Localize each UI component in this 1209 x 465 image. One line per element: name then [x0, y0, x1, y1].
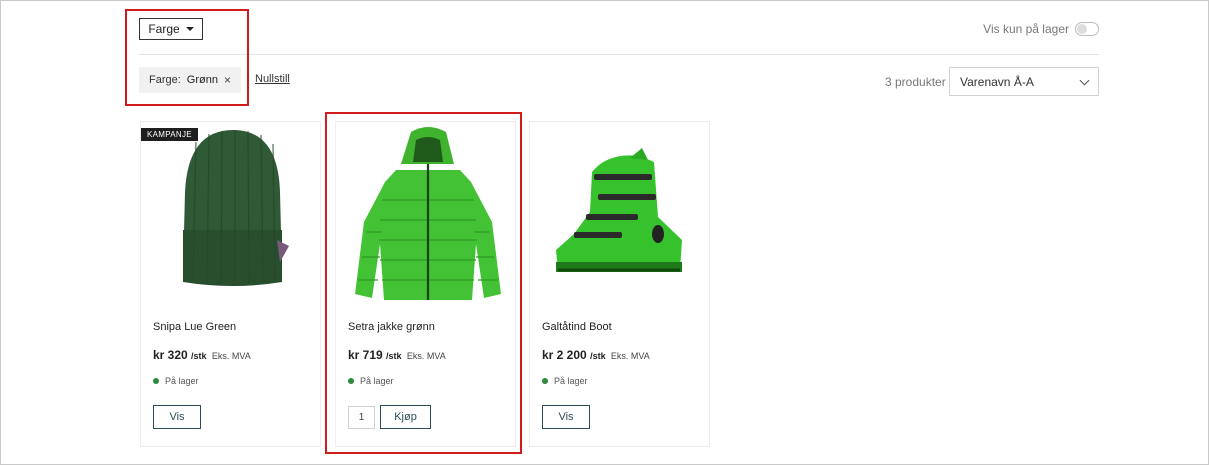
- campaign-badge: KAMPANJE: [141, 128, 198, 141]
- in-stock-dot-icon: [153, 378, 159, 384]
- stock-toggle-label: Vis kun på lager: [983, 22, 1069, 36]
- sort-select[interactable]: Varenavn Å-A: [949, 67, 1099, 96]
- sort-selected-value: Varenavn Å-A: [960, 74, 1034, 89]
- product-price: kr 320 /stk Eks. MVA: [153, 348, 251, 362]
- chevron-down-icon: [1079, 75, 1090, 85]
- buy-button[interactable]: Kjøp: [380, 405, 431, 429]
- caret-down-icon: [185, 27, 194, 31]
- product-card: Galtåtind Boot kr 2 200 /stk Eks. MVA På…: [529, 121, 710, 447]
- stock-label: På lager: [165, 376, 199, 386]
- quantity-input[interactable]: 1: [348, 406, 375, 429]
- reset-filters-link[interactable]: Nullstill: [255, 73, 290, 85]
- in-stock-dot-icon: [348, 378, 354, 384]
- product-price: kr 719 /stk Eks. MVA: [348, 348, 446, 362]
- active-filter-chip: Farge: Grønn ×: [139, 67, 241, 93]
- green-beanie-image[interactable]: [141, 122, 322, 302]
- view-button[interactable]: Vis: [153, 405, 201, 429]
- chip-value: Grønn: [186, 74, 218, 86]
- stock-label: På lager: [360, 376, 394, 386]
- stock-only-toggle-group: Vis kun på lager: [983, 22, 1099, 36]
- vat-note: Eks. MVA: [211, 351, 251, 361]
- stock-status: På lager: [542, 376, 588, 386]
- price-unit: /stk: [386, 351, 402, 361]
- stock-status: På lager: [153, 376, 199, 386]
- stock-status: På lager: [348, 376, 394, 386]
- price-amount: kr 320: [153, 348, 188, 362]
- green-puffer-jacket-image[interactable]: [336, 122, 517, 302]
- price-unit: /stk: [590, 351, 606, 361]
- product-name[interactable]: Snipa Lue Green: [153, 321, 236, 333]
- filter-divider: [139, 54, 1099, 55]
- color-filter-button[interactable]: Farge: [139, 18, 203, 40]
- vat-note: Eks. MVA: [610, 351, 650, 361]
- product-name[interactable]: Setra jakke grønn: [348, 321, 435, 333]
- product-card: Setra jakke grønn kr 719 /stk Eks. MVA P…: [335, 121, 516, 447]
- product-card: KAMPANJE Snipa Lue Green kr 320 /stk Eks…: [140, 121, 321, 447]
- toggle-knob: [1077, 24, 1087, 34]
- in-stock-dot-icon: [542, 378, 548, 384]
- chip-label: Farge:: [149, 74, 181, 86]
- vat-note: Eks. MVA: [406, 351, 446, 361]
- price-amount: kr 2 200: [542, 348, 587, 362]
- price-unit: /stk: [191, 351, 207, 361]
- green-ski-boot-image[interactable]: [530, 122, 711, 302]
- view-button[interactable]: Vis: [542, 405, 590, 429]
- product-name[interactable]: Galtåtind Boot: [542, 321, 612, 333]
- stock-label: På lager: [554, 376, 588, 386]
- product-price: kr 2 200 /stk Eks. MVA: [542, 348, 650, 362]
- remove-filter-icon[interactable]: ×: [224, 73, 231, 87]
- product-count: 3 produkter: [885, 75, 946, 89]
- price-amount: kr 719: [348, 348, 383, 362]
- color-filter-label: Farge: [148, 22, 180, 36]
- stock-only-toggle[interactable]: [1075, 22, 1099, 36]
